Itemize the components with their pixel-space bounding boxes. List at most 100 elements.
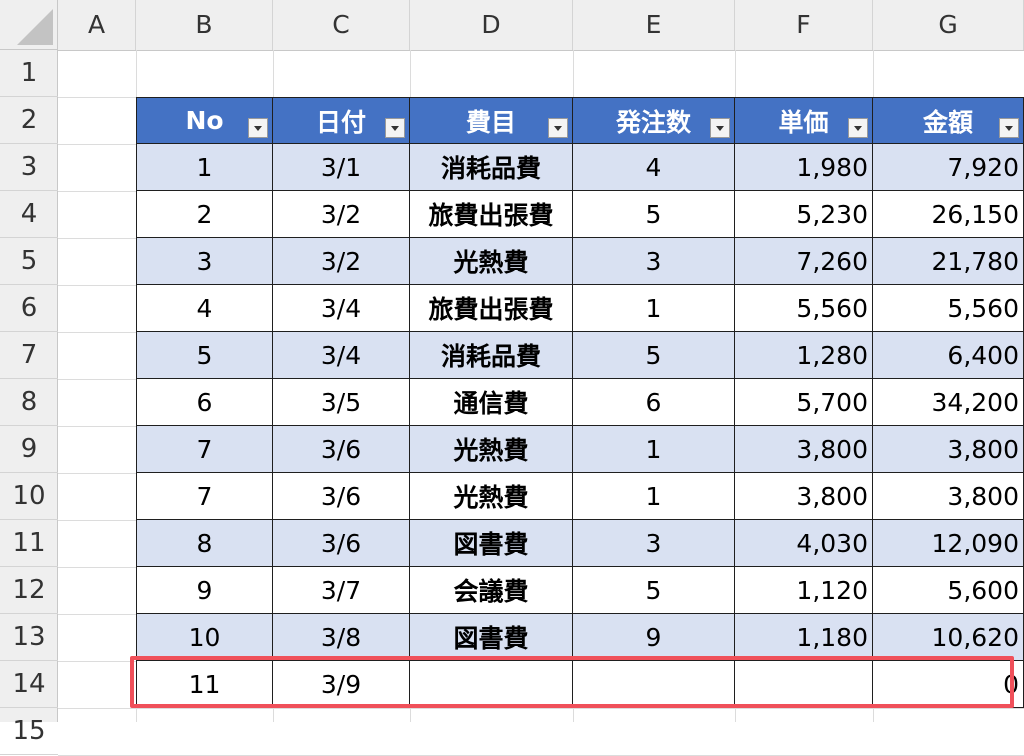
column-header-f[interactable]: F (735, 0, 873, 50)
table-cell-unit-price[interactable]: 7,260 (735, 238, 873, 285)
row-header-9[interactable]: 9 (0, 426, 58, 473)
table-cell-quantity[interactable]: 6 (573, 379, 735, 426)
table-cell-no[interactable]: 3 (136, 238, 273, 285)
table-cell-quantity[interactable]: 5 (573, 332, 735, 379)
row-header-4[interactable]: 4 (0, 191, 58, 238)
row-header-12[interactable]: 12 (0, 567, 58, 614)
table-cell-amount[interactable]: 12,090 (873, 520, 1024, 567)
table-cell-category[interactable]: 光熱費 (410, 426, 573, 473)
table-cell-date[interactable]: 3/6 (273, 520, 410, 567)
table-cell-amount[interactable]: 21,780 (873, 238, 1024, 285)
row-header-3[interactable]: 3 (0, 144, 58, 191)
filter-dropdown-icon[interactable] (848, 118, 868, 138)
row-header-10[interactable]: 10 (0, 473, 58, 520)
table-cell-category[interactable]: 通信費 (410, 379, 573, 426)
row-header-14[interactable]: 14 (0, 661, 58, 708)
table-cell-no[interactable]: 6 (136, 379, 273, 426)
table-cell-no[interactable]: 2 (136, 191, 273, 238)
table-cell-category[interactable]: 旅費出張費 (410, 191, 573, 238)
table-cell-date[interactable]: 3/7 (273, 567, 410, 614)
table-cell-quantity[interactable]: 3 (573, 520, 735, 567)
table-cell-amount[interactable]: 7,920 (873, 144, 1024, 191)
table-cell-no[interactable]: 8 (136, 520, 273, 567)
table-cell-amount[interactable]: 5,560 (873, 285, 1024, 332)
table-cell-amount[interactable]: 5,600 (873, 567, 1024, 614)
table-cell-date[interactable]: 3/1 (273, 144, 410, 191)
table-cell-category[interactable]: 消耗品費 (410, 332, 573, 379)
table-cell-amount[interactable]: 10,620 (873, 614, 1024, 661)
table-cell-amount[interactable]: 3,800 (873, 473, 1024, 520)
table-cell-quantity[interactable]: 1 (573, 285, 735, 332)
filter-dropdown-icon[interactable] (248, 118, 268, 138)
table-cell-date[interactable]: 3/2 (273, 238, 410, 285)
table-cell-unit-price[interactable]: 3,800 (735, 426, 873, 473)
table-cell-no[interactable]: 9 (136, 567, 273, 614)
table-cell-category[interactable]: 図書費 (410, 614, 573, 661)
table-cell-category[interactable]: 会議費 (410, 567, 573, 614)
column-header-c[interactable]: C (273, 0, 410, 50)
column-header-d[interactable]: D (410, 0, 573, 50)
table-header-category[interactable]: 費目 (410, 97, 573, 144)
table-cell-unit-price[interactable]: 5,560 (735, 285, 873, 332)
row-header-13[interactable]: 13 (0, 614, 58, 661)
row-header-8[interactable]: 8 (0, 379, 58, 426)
filter-dropdown-icon[interactable] (999, 118, 1019, 138)
column-header-a[interactable]: A (58, 0, 136, 50)
filter-dropdown-icon[interactable] (548, 118, 568, 138)
table-cell-no[interactable]: 7 (136, 426, 273, 473)
table-cell-category[interactable]: 消耗品費 (410, 144, 573, 191)
table-cell-category[interactable]: 図書費 (410, 520, 573, 567)
table-cell-amount[interactable]: 34,200 (873, 379, 1024, 426)
table-header-quantity[interactable]: 発注数 (573, 97, 735, 144)
table-cell-unit-price[interactable]: 5,700 (735, 379, 873, 426)
table-cell-no[interactable]: 1 (136, 144, 273, 191)
row-header-15[interactable]: 15 (0, 708, 58, 755)
column-header-b[interactable]: B (136, 0, 273, 50)
table-cell-quantity[interactable]: 1 (573, 473, 735, 520)
table-header-no[interactable]: No (136, 97, 273, 144)
row-header-6[interactable]: 6 (0, 285, 58, 332)
table-cell-no[interactable]: 7 (136, 473, 273, 520)
table-header-unit-price[interactable]: 単価 (735, 97, 873, 144)
table-cell-no[interactable]: 4 (136, 285, 273, 332)
table-cell-date[interactable]: 3/8 (273, 614, 410, 661)
table-cell-quantity[interactable]: 4 (573, 144, 735, 191)
table-cell-quantity[interactable]: 9 (573, 614, 735, 661)
table-cell-unit-price[interactable]: 3,800 (735, 473, 873, 520)
select-all-corner[interactable] (0, 0, 58, 50)
table-cell-no[interactable]: 10 (136, 614, 273, 661)
table-cell-date[interactable]: 3/2 (273, 191, 410, 238)
table-cell-category[interactable]: 光熱費 (410, 473, 573, 520)
table-cell-unit-price[interactable]: 4,030 (735, 520, 873, 567)
row-header-11[interactable]: 11 (0, 520, 58, 567)
table-cell-quantity[interactable]: 1 (573, 426, 735, 473)
table-cell-date[interactable]: 3/6 (273, 473, 410, 520)
table-cell-quantity[interactable]: 3 (573, 238, 735, 285)
table-cell-amount[interactable]: 3,800 (873, 426, 1024, 473)
filter-dropdown-icon[interactable] (385, 118, 405, 138)
table-cell-quantity[interactable]: 5 (573, 567, 735, 614)
table-cell-date[interactable]: 3/4 (273, 332, 410, 379)
table-cell-date[interactable]: 3/5 (273, 379, 410, 426)
row-header-1[interactable]: 1 (0, 50, 58, 97)
table-cell-category[interactable]: 光熱費 (410, 238, 573, 285)
column-header-e[interactable]: E (573, 0, 735, 50)
table-cell-quantity[interactable]: 5 (573, 191, 735, 238)
table-cell-unit-price[interactable]: 1,120 (735, 567, 873, 614)
table-header-date[interactable]: 日付 (273, 97, 410, 144)
column-header-g[interactable]: G (873, 0, 1024, 50)
table-cell-unit-price[interactable]: 1,180 (735, 614, 873, 661)
table-header-amount[interactable]: 金額 (873, 97, 1024, 144)
row-header-5[interactable]: 5 (0, 238, 58, 285)
table-cell-unit-price[interactable]: 5,230 (735, 191, 873, 238)
table-cell-category[interactable]: 旅費出張費 (410, 285, 573, 332)
table-cell-unit-price[interactable]: 1,980 (735, 144, 873, 191)
filter-dropdown-icon[interactable] (710, 118, 730, 138)
row-header-2[interactable]: 2 (0, 97, 58, 144)
row-header-7[interactable]: 7 (0, 332, 58, 379)
table-cell-amount[interactable]: 6,400 (873, 332, 1024, 379)
table-cell-amount[interactable]: 26,150 (873, 191, 1024, 238)
table-cell-date[interactable]: 3/6 (273, 426, 410, 473)
table-cell-date[interactable]: 3/4 (273, 285, 410, 332)
table-cell-no[interactable]: 5 (136, 332, 273, 379)
